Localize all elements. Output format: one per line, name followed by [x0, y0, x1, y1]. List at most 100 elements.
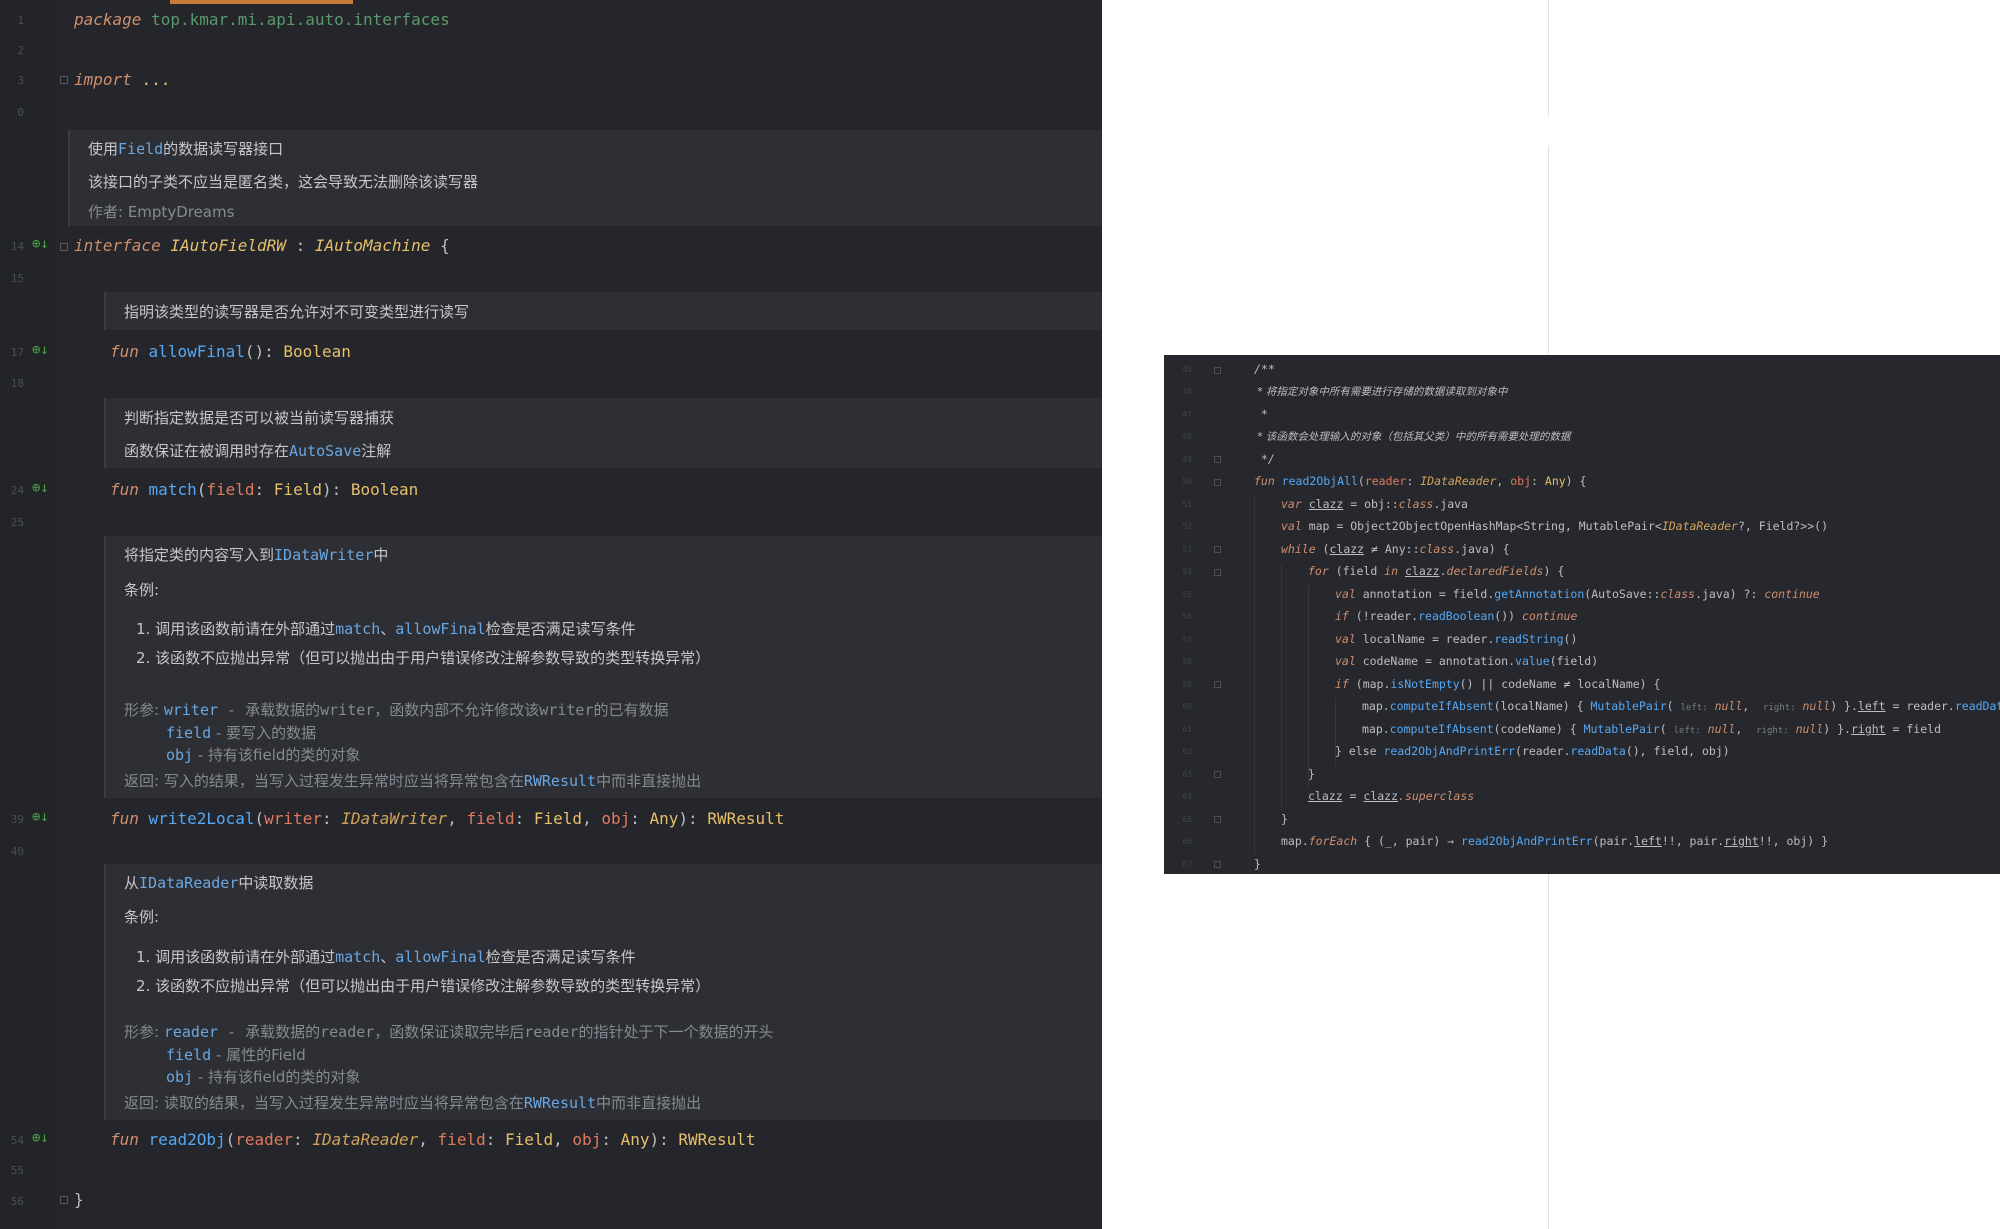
code-line: map.forEach { (_, pair) → read2ObjAndPri…: [1281, 834, 1829, 848]
line-number: 25: [10, 516, 24, 529]
fun-read2obj: fun read2Obj(reader: IDataReader, field:…: [110, 1130, 756, 1149]
line-number: 55: [1182, 590, 1192, 599]
line-number: 0: [17, 106, 24, 119]
doc-list-item: 1. 调用该函数前请在外部通过match、allowFinal检查是否满足读写条…: [136, 620, 636, 638]
doc-comment-line: * 该函数会处理输入的对象（包括其父类）中的所有需要处理的数据: [1254, 431, 1571, 443]
fold-marker-icon: [1214, 681, 1221, 688]
line-number: 56: [10, 1195, 24, 1208]
doc-comment-line: */: [1254, 452, 1275, 466]
line-number: 52: [1182, 522, 1192, 531]
code-line: val annotation = field.getAnnotation(Aut…: [1335, 587, 1820, 601]
code-line: }: [1281, 812, 1288, 826]
line-gutter: [0, 0, 56, 1229]
doc-line: 指明该类型的读写器是否允许对不可变类型进行读写: [124, 303, 470, 321]
fold-marker-icon[interactable]: [60, 76, 68, 84]
fold-marker-icon[interactable]: [60, 243, 68, 251]
line-number: 54: [1182, 567, 1192, 576]
doc-comment-match: 判断指定数据是否可以被当前读写器捕获 函数保证在被调用时存在AutoSave注解: [104, 398, 1102, 468]
fun-write2local: fun write2Local(writer: IDataWriter, fie…: [110, 809, 785, 828]
doc-line: 条例:: [124, 581, 160, 599]
keyword: import: [74, 70, 132, 89]
line-number: 55: [10, 1164, 24, 1177]
keyword: package: [74, 10, 142, 29]
fold-marker-icon: [1214, 569, 1221, 576]
doc-comment-read2obj: 从IDataReader中读取数据 条例: 1. 调用该函数前请在外部通过mat…: [104, 864, 1102, 1120]
line-number: 45: [1182, 365, 1192, 374]
doc-param: field - 属性的Field: [166, 1046, 306, 1064]
implemented-icon[interactable]: ⊕↓: [32, 1130, 49, 1146]
code-line: }: [1308, 767, 1315, 781]
fun-match: fun match(field: Field): Boolean: [110, 480, 419, 499]
fold-marker-icon: [1214, 546, 1221, 553]
line-number: 64: [1182, 792, 1192, 801]
doc-line: 该接口的子类不应当是匿名类，这会导致无法删除该读写器: [88, 173, 479, 191]
fold-marker-icon: [1214, 816, 1221, 823]
line-number: 48: [1182, 432, 1192, 441]
code-line: for (field in clazz.declaredFields) {: [1308, 564, 1565, 578]
line-number: 65: [1182, 815, 1192, 824]
page-divider: [1548, 0, 1549, 116]
line-number: 66: [1182, 837, 1192, 846]
doc-comment-line: *: [1254, 407, 1268, 421]
line-number: 18: [10, 377, 24, 390]
doc-param: obj - 持有该field的类的对象: [166, 746, 361, 764]
doc-line: 判断指定数据是否可以被当前读写器捕获: [124, 409, 395, 427]
package-name: top.kmar.mi.api.auto.interfaces: [151, 10, 450, 29]
line-number: 54: [10, 1134, 24, 1147]
doc-return: 返回: 写入的结果，当写入过程发生异常时应当将异常包含在RWResult中而非直…: [124, 772, 702, 790]
code-line: val localName = reader.readString(): [1335, 632, 1578, 646]
line-number: 14: [10, 240, 24, 253]
code-line: map.computeIfAbsent(codeName) { MutableP…: [1362, 722, 1941, 736]
line-number: 51: [1182, 500, 1192, 509]
doc-line: 函数保证在被调用时存在AutoSave注解: [124, 442, 392, 460]
doc-return: 返回: 读取的结果，当写入过程发生异常时应当将异常包含在RWResult中而非直…: [124, 1094, 702, 1112]
folded-imports[interactable]: ...: [141, 70, 170, 89]
line-number: 2: [17, 44, 24, 57]
doc-line: 将指定类的内容写入到IDataWriter中: [124, 546, 389, 564]
fold-marker-icon: [1214, 479, 1221, 486]
line-number: 53: [1182, 545, 1192, 554]
doc-param: field - 要写入的数据: [166, 724, 317, 742]
implemented-icon[interactable]: ⊕↓: [32, 236, 49, 252]
line-number: 57: [1182, 635, 1192, 644]
fun-read2objall: fun read2ObjAll(reader: IDataReader, obj…: [1254, 474, 1587, 488]
code-editor[interactable]: 1 2 3 0 14 15 17 18 24 25 39 40 54 55 56…: [0, 0, 1102, 1229]
line-number: 49: [1182, 455, 1192, 464]
line-number: 17: [10, 346, 24, 359]
line-number: 50: [1182, 477, 1192, 486]
line-number: 60: [1182, 702, 1192, 711]
code-line: val map = Object2ObjectOpenHashMap<Strin…: [1281, 519, 1828, 533]
indent-guide: [1281, 563, 1282, 811]
implemented-icon[interactable]: ⊕↓: [32, 480, 49, 496]
line-number: 67: [1182, 860, 1192, 869]
line-number: 1: [17, 14, 24, 27]
indent-guide: [1308, 585, 1309, 789]
code-line: while (clazz ≠ Any::class.java) {: [1281, 542, 1510, 556]
fun-allowfinal: fun allowFinal(): Boolean: [110, 342, 351, 361]
doc-line: 从IDataReader中读取数据: [124, 874, 314, 892]
code-line: }: [1254, 857, 1261, 871]
doc-param: 形参: reader - 承载数据的reader，函数保证读取完毕后reader…: [124, 1023, 774, 1041]
line-number: 58: [1182, 657, 1192, 666]
implemented-icon[interactable]: ⊕↓: [32, 342, 49, 358]
fold-marker-icon: [1214, 456, 1221, 463]
doc-list-item: 1. 调用该函数前请在外部通过match、allowFinal检查是否满足读写条…: [136, 948, 636, 966]
line-number: 46: [1182, 387, 1192, 396]
line-number: 40: [10, 845, 24, 858]
import-line[interactable]: import ...: [74, 70, 170, 89]
line-number: 15: [10, 272, 24, 285]
doc-param: obj - 持有该field的类的对象: [166, 1068, 361, 1086]
doc-param: 形参: writer - 承载数据的writer，函数内部不允许修改该write…: [124, 701, 669, 719]
implemented-icon[interactable]: ⊕↓: [32, 809, 49, 825]
line-number: 39: [10, 813, 24, 826]
code-line: val codeName = annotation.value(field): [1335, 654, 1599, 668]
active-tab-indicator: [170, 0, 353, 4]
line-number: 3: [17, 74, 24, 87]
line-number: 62: [1182, 747, 1192, 756]
fold-marker-icon: [1214, 367, 1221, 374]
line-number: 61: [1182, 725, 1192, 734]
code-line: var clazz = obj::class.java: [1281, 497, 1468, 511]
code-line: map.computeIfAbsent(localName) { Mutable…: [1362, 699, 2000, 713]
doc-comment-write2local: 将指定类的内容写入到IDataWriter中 条例: 1. 调用该函数前请在外部…: [104, 536, 1102, 798]
fold-marker-icon[interactable]: [60, 1196, 68, 1204]
